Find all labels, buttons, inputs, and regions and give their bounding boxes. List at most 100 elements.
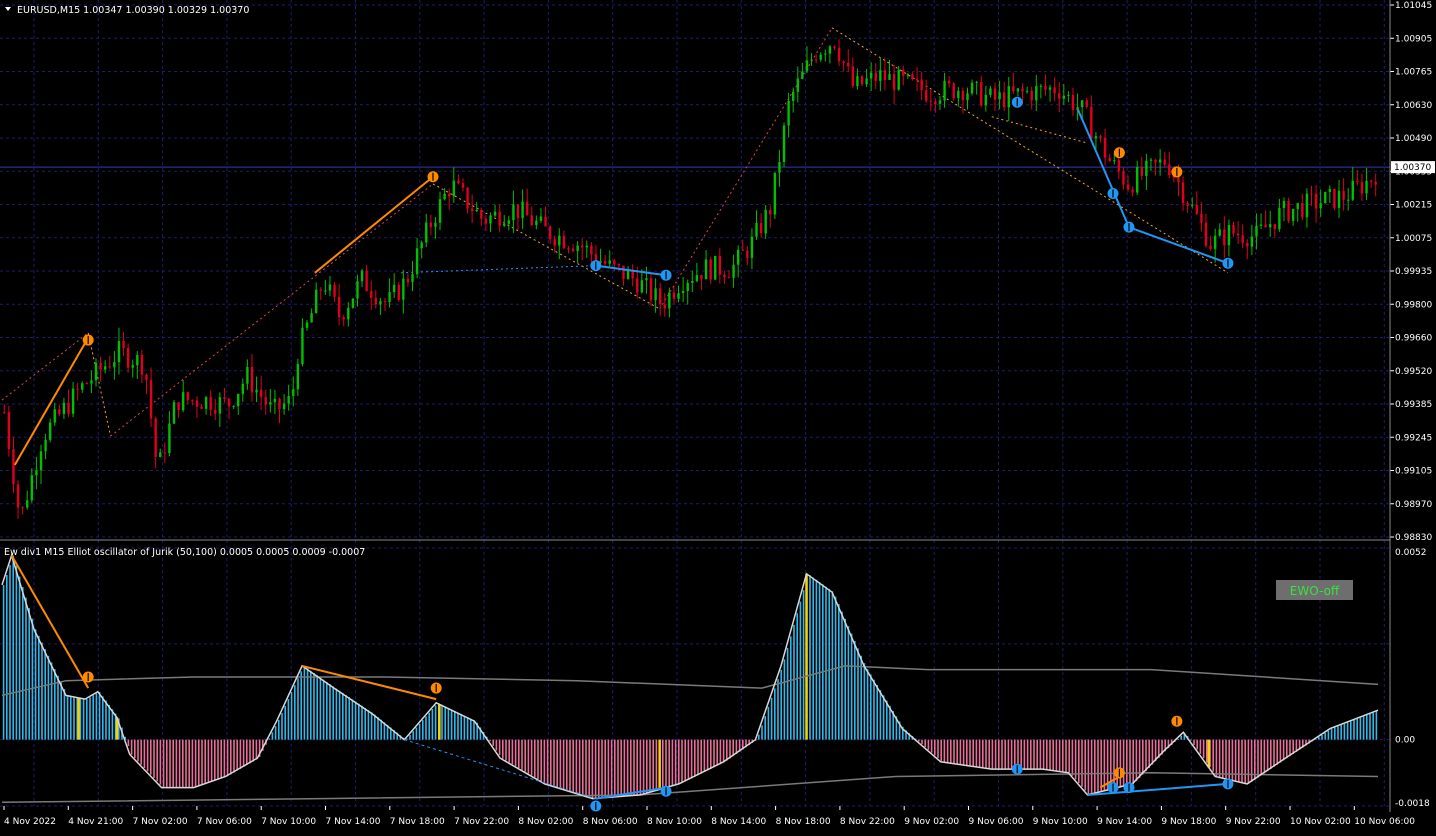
candle-body bbox=[828, 46, 832, 54]
candle-body bbox=[214, 410, 217, 414]
candle-body bbox=[159, 452, 162, 457]
oscillator-tick-label: -0.0018 bbox=[1395, 799, 1430, 809]
candle-body bbox=[67, 402, 70, 414]
candle-body bbox=[397, 284, 400, 300]
candle-body bbox=[1324, 192, 1327, 204]
candle-body bbox=[787, 100, 790, 126]
candle-body bbox=[1241, 235, 1244, 243]
candle-body bbox=[269, 402, 272, 405]
candle-body bbox=[1080, 100, 1084, 108]
candle-body bbox=[104, 366, 107, 370]
candle-body bbox=[388, 292, 391, 302]
symbol-header: EURUSD,M15 1.00347 1.00390 1.00329 1.003… bbox=[5, 5, 249, 16]
candle-body bbox=[1030, 90, 1033, 101]
candle-body bbox=[1140, 167, 1143, 176]
candle-body bbox=[622, 265, 625, 280]
candle-body bbox=[558, 235, 561, 246]
candle-body bbox=[301, 327, 304, 365]
candle-body bbox=[1181, 182, 1185, 204]
candle-body bbox=[943, 80, 946, 101]
price-tick-label: 1.00630 bbox=[1395, 101, 1432, 111]
candle-body bbox=[406, 278, 410, 283]
price-pane[interactable] bbox=[0, 27, 1390, 519]
time-tick-label: 8 Nov 14:00 bbox=[711, 817, 766, 827]
candle-body bbox=[1149, 159, 1153, 161]
candle-body bbox=[1342, 190, 1345, 200]
candle-body bbox=[126, 348, 130, 368]
candle-body bbox=[351, 298, 355, 308]
candle-body bbox=[241, 383, 244, 394]
candle-body bbox=[544, 216, 547, 227]
candle-body bbox=[562, 235, 566, 249]
time-tick-label: 9 Nov 18:00 bbox=[1161, 817, 1216, 827]
bullish-divergence-icon bbox=[1011, 96, 1023, 108]
time-tick-label: 10 Nov 02:00 bbox=[1290, 817, 1351, 827]
candle-body bbox=[1094, 136, 1098, 139]
candle-body bbox=[1351, 180, 1354, 200]
candle-body bbox=[553, 239, 556, 246]
candle-body bbox=[292, 389, 295, 396]
candle-body bbox=[122, 341, 125, 349]
candle-body bbox=[819, 54, 822, 60]
candle-body bbox=[16, 484, 20, 508]
candle-body bbox=[755, 223, 758, 237]
time-tick-label: 7 Nov 22:00 bbox=[454, 817, 509, 827]
candle-body bbox=[507, 220, 511, 224]
candle-body bbox=[1195, 204, 1199, 214]
dropdown-triangle-icon[interactable] bbox=[5, 7, 11, 11]
candle-body bbox=[663, 304, 666, 309]
candle-body bbox=[792, 91, 795, 101]
bearish-divergence-icon bbox=[1171, 166, 1183, 178]
candle-body bbox=[168, 423, 171, 454]
candle-body bbox=[810, 59, 813, 61]
ewo-off-label: EWO-off bbox=[1290, 584, 1340, 598]
candle-body bbox=[980, 82, 983, 106]
candle-body bbox=[1158, 159, 1162, 163]
candle-body bbox=[539, 216, 543, 221]
candle-body bbox=[860, 76, 864, 85]
candle-body bbox=[741, 249, 744, 251]
bearish-divergence-icon bbox=[82, 671, 94, 683]
candle-body bbox=[200, 406, 203, 409]
candle-body bbox=[259, 389, 263, 398]
candle-body bbox=[1209, 245, 1212, 249]
candle-body bbox=[470, 208, 474, 212]
candle-body bbox=[649, 278, 653, 301]
candle-body bbox=[177, 402, 180, 411]
candle-body bbox=[498, 211, 501, 226]
candle-body bbox=[425, 222, 428, 243]
candle-body bbox=[333, 284, 336, 297]
candle-body bbox=[805, 60, 809, 72]
price-tick-label: 1.00905 bbox=[1395, 34, 1432, 44]
candle-body bbox=[681, 290, 685, 294]
candle-body bbox=[1346, 199, 1350, 201]
bearish-divergence-icon bbox=[1113, 767, 1125, 779]
candle-body bbox=[814, 59, 818, 61]
candle-body bbox=[383, 301, 387, 303]
candle-body bbox=[145, 374, 148, 380]
candle-body bbox=[915, 78, 919, 80]
candle-body bbox=[466, 187, 469, 209]
candle-body bbox=[163, 452, 167, 454]
oscillator-pane[interactable] bbox=[1, 552, 1379, 812]
ewo-off-button[interactable]: EWO-off bbox=[1276, 580, 1353, 600]
candle-body bbox=[672, 292, 676, 299]
candle-body bbox=[1301, 203, 1304, 218]
chart-canvas[interactable]: 1.01045 1.00905 1.00765 1.00630 1.00490 1.003… bbox=[0, 0, 1436, 832]
candle-body bbox=[493, 211, 497, 216]
candle-body bbox=[411, 274, 414, 283]
candle-body bbox=[273, 398, 277, 403]
candle-body bbox=[53, 409, 56, 423]
trading-chart[interactable]: 1.01045 1.00905 1.00765 1.00630 1.00490 1.003… bbox=[0, 0, 1436, 832]
candle-body bbox=[1021, 88, 1024, 92]
candle-body bbox=[1218, 229, 1221, 236]
candle-body bbox=[892, 73, 896, 90]
candle-body bbox=[631, 270, 634, 279]
candle-body bbox=[448, 193, 451, 197]
candle-body bbox=[356, 281, 359, 299]
candle-body bbox=[452, 180, 455, 197]
candle-body bbox=[700, 275, 703, 280]
candle-body bbox=[824, 53, 827, 55]
candle-body bbox=[1369, 180, 1373, 182]
candle-body bbox=[961, 90, 965, 101]
